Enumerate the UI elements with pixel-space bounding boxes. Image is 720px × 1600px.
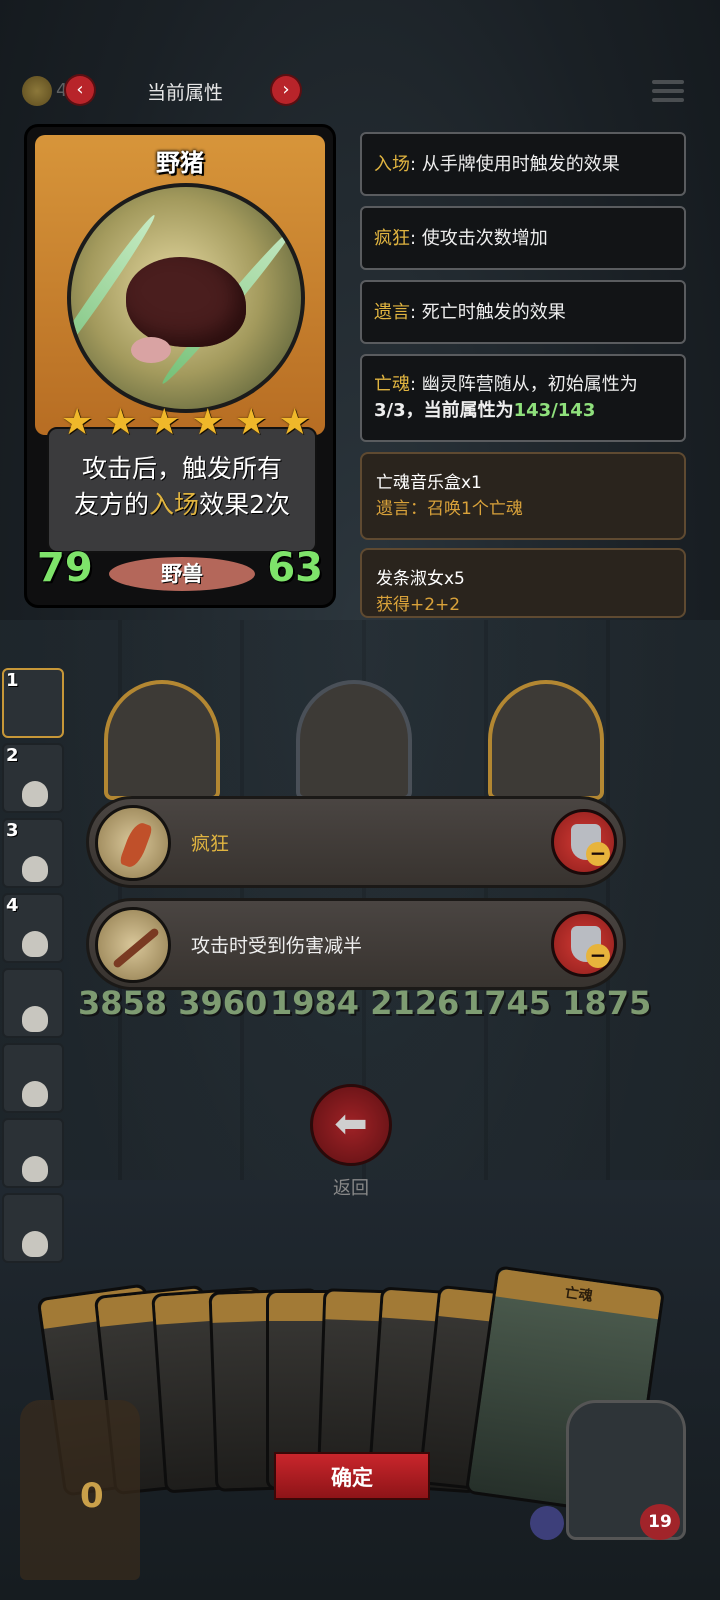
arrow-left-icon: ⬅ (334, 1101, 368, 1147)
keyword-madness: 疯狂: 使攻击次数增加 (360, 206, 686, 270)
item-music-box: 亡魂音乐盒x1 遗言：召唤1个亡魂 (360, 452, 686, 540)
back-label: 返回 (333, 1178, 369, 1199)
star-icon: ★ (61, 402, 94, 443)
hero-health: 19 (640, 1504, 680, 1540)
remove-buff-button[interactable]: − (551, 809, 617, 875)
buff-row: 攻击时受到伤害减半 − (86, 898, 626, 990)
team-slot[interactable]: 2 (2, 743, 64, 813)
confirm-button[interactable]: 确定 (274, 1452, 430, 1500)
top-bar: 4..8 ‹ 当前属性 › (0, 60, 720, 120)
page-title: 当前属性 (146, 82, 223, 104)
keyword-ghost: 亡魂: 幽灵阵营随从，初始属性为 3/3，当前属性为143/143 (360, 354, 686, 442)
keyword-entry: 入场: 从手牌使用时触发的效果 (360, 132, 686, 196)
team-slot[interactable]: 3 (2, 818, 64, 888)
skull-icon (22, 1231, 48, 1257)
back-button[interactable]: ⬅ (310, 1084, 392, 1166)
team-slot[interactable] (2, 968, 64, 1038)
attack-value: 79 (37, 545, 93, 591)
board-minion[interactable] (104, 680, 220, 800)
description-box: 攻击后，触发所有 友方的入场效果2次 (47, 427, 317, 553)
chevron-left-icon: ‹ (76, 79, 84, 100)
card-name: 野猪 (156, 149, 204, 177)
team-slot[interactable] (2, 1193, 64, 1263)
chest-count: 0 (80, 1476, 104, 1516)
card-description: 攻击后，触发所有 友方的入场效果2次 (74, 454, 290, 519)
boar-portrait (67, 183, 305, 413)
team-slot[interactable] (2, 1043, 64, 1113)
minus-icon: − (586, 842, 610, 866)
team-slot[interactable]: 1 (2, 668, 64, 738)
star-icon: ★ (235, 402, 268, 443)
armor-icon (530, 1506, 564, 1540)
item-clockwork-lady: 发条淑女x5 获得+2+2 (360, 548, 686, 618)
star-rating: ★ ★ ★ ★ ★ ★ (61, 405, 311, 441)
skull-icon (22, 1156, 48, 1182)
health-value: 63 (267, 545, 323, 591)
team-slot[interactable]: 4 (2, 893, 64, 963)
crossed-bow-icon (95, 907, 171, 983)
keyword-deathrattle: 遗言: 死亡时触发的效果 (360, 280, 686, 344)
prev-button[interactable]: ‹ (66, 76, 94, 104)
buff-label: 攻击时受到伤害减半 (191, 935, 363, 957)
coin-icon (22, 76, 52, 106)
skull-icon (22, 781, 48, 807)
team-slot[interactable] (2, 1118, 64, 1188)
board-minion[interactable] (488, 680, 604, 800)
chevron-right-icon: › (282, 79, 290, 100)
buff-row: 疯狂 − (86, 796, 626, 888)
star-icon: ★ (104, 402, 137, 443)
minus-icon: − (586, 944, 610, 968)
minion-card: 野猪 攻击后，触发所有 友方的入场效果2次 ★ ★ ★ ★ ★ ★ 79 野兽 … (24, 124, 336, 608)
remove-buff-button[interactable]: − (551, 911, 617, 977)
buff-label: 疯狂 (191, 833, 230, 855)
next-button[interactable]: › (272, 76, 300, 104)
skull-icon (22, 1081, 48, 1107)
boar-figure (126, 257, 246, 347)
board-minion[interactable] (296, 680, 412, 800)
skull-icon (22, 1006, 48, 1032)
menu-icon[interactable] (652, 80, 684, 106)
star-icon: ★ (191, 402, 224, 443)
boar-snout (131, 337, 171, 363)
skull-icon (22, 856, 48, 882)
claw-icon (95, 805, 171, 881)
tribe-badge: 野兽 (109, 557, 255, 591)
star-icon: ★ (278, 402, 311, 443)
team-column: 1 2 3 4 (2, 668, 66, 1268)
skull-icon (22, 931, 48, 957)
star-icon: ★ (148, 402, 181, 443)
